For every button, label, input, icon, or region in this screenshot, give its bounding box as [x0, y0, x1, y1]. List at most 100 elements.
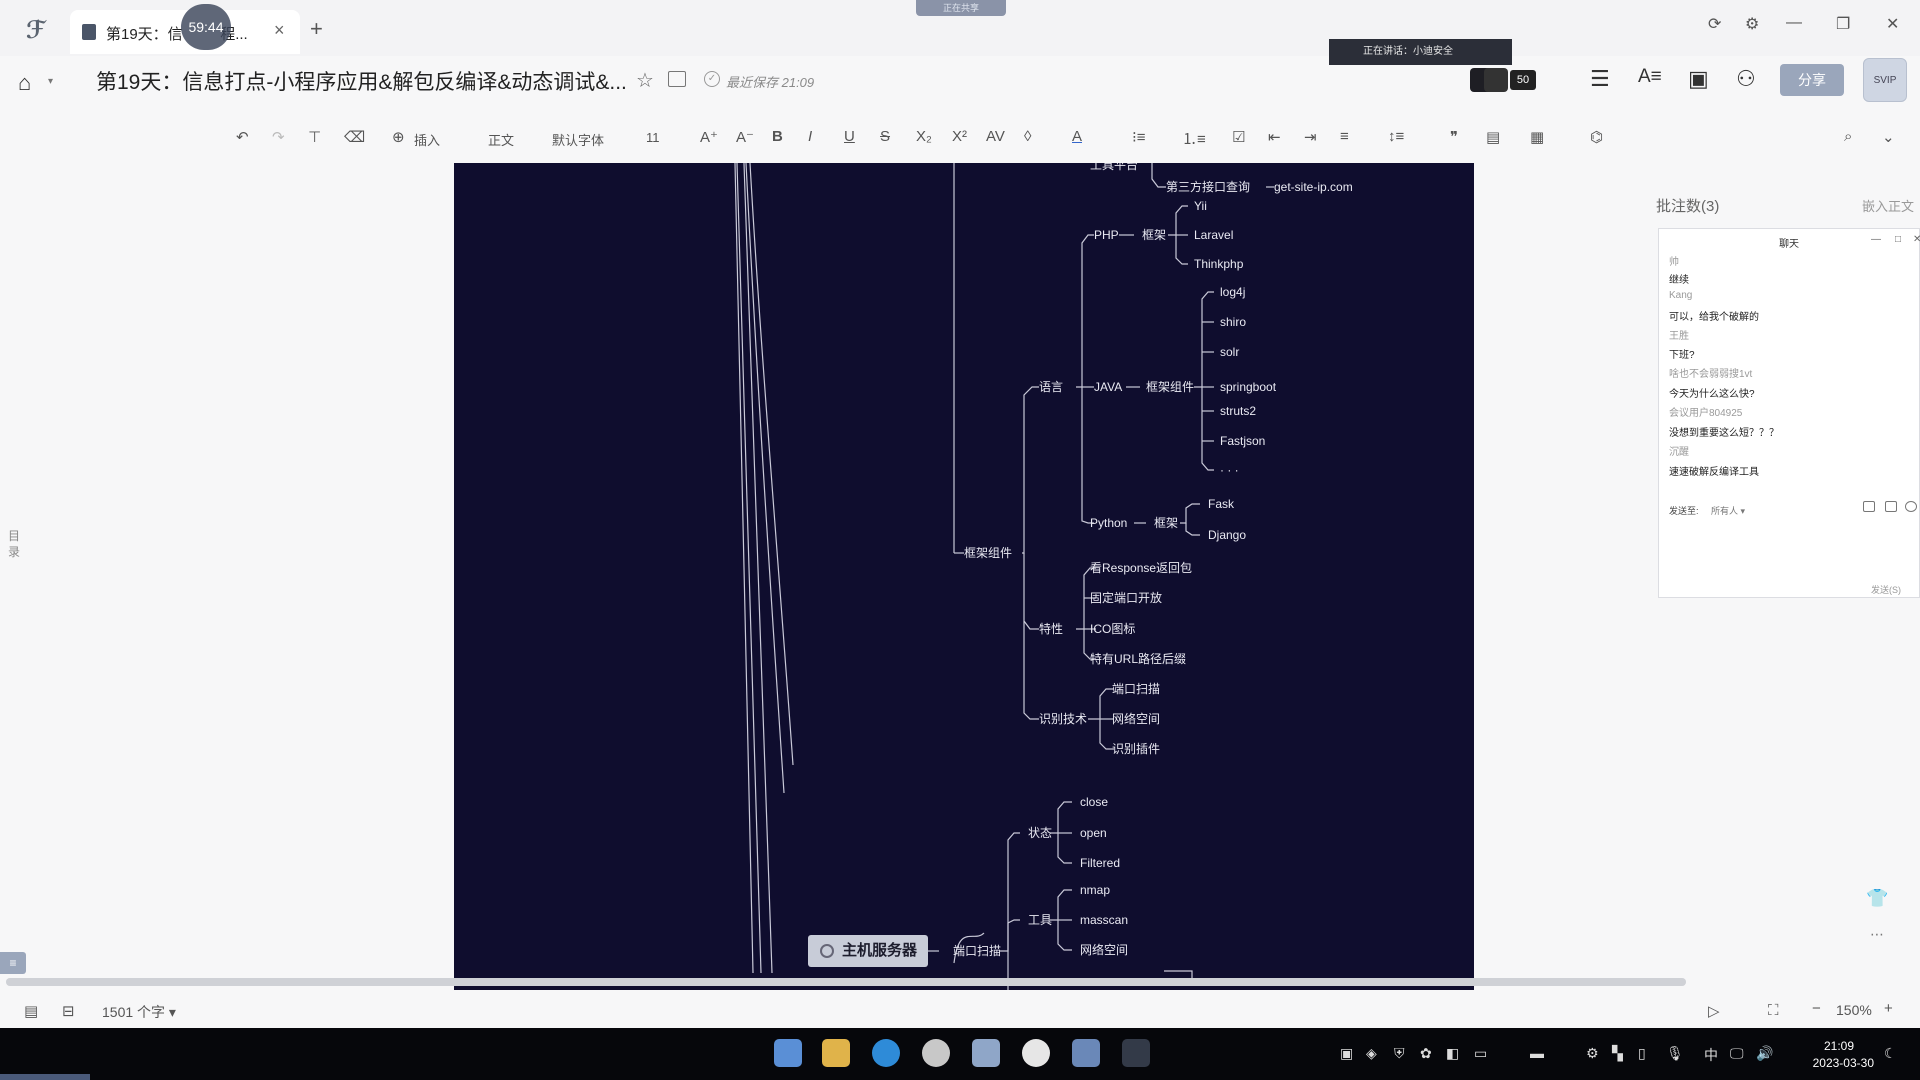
search-icon[interactable]: ⌕: [1844, 128, 1852, 145]
present-icon[interactable]: ▣: [1688, 66, 1709, 92]
clear-format-icon[interactable]: ⌫: [344, 128, 365, 146]
close-icon[interactable]: ✕: [1886, 14, 1899, 34]
bold-icon[interactable]: B: [772, 128, 783, 145]
play-icon[interactable]: ▷: [1708, 1002, 1720, 1020]
insert-icon[interactable]: ⊕: [392, 128, 405, 146]
app-plugin-icon[interactable]: ⌬: [1590, 128, 1603, 146]
char-spacing-icon[interactable]: AV: [986, 128, 1005, 145]
file-explorer-icon[interactable]: [822, 1039, 850, 1067]
home-icon[interactable]: ⌂: [18, 70, 31, 96]
restore-icon[interactable]: ❐: [1836, 14, 1850, 34]
numbered-list-icon[interactable]: ⒈≡: [1182, 128, 1206, 149]
decrease-font-icon[interactable]: A⁻: [736, 128, 754, 146]
embed-comments-link[interactable]: 嵌入正文: [1862, 196, 1914, 215]
align-icon[interactable]: ≡: [1340, 128, 1349, 145]
underline-icon[interactable]: U: [844, 128, 855, 145]
new-tab-button[interactable]: +: [310, 16, 323, 42]
font-size-select[interactable]: 11: [646, 130, 660, 145]
italic-icon[interactable]: I: [808, 128, 812, 145]
star-icon[interactable]: ☆: [636, 68, 654, 93]
shield-icon[interactable]: ⛨: [1394, 1045, 1405, 1062]
scrollbar-thumb[interactable]: [6, 978, 1686, 986]
horizontal-scrollbar[interactable]: [6, 978, 1686, 986]
file-icon[interactable]: [1863, 501, 1875, 512]
tray-app-icon[interactable]: ▬: [1530, 1045, 1544, 1061]
format-painter-icon[interactable]: ⊤: [308, 128, 321, 146]
redo-icon[interactable]: ↷: [272, 128, 285, 146]
user-icon[interactable]: [1905, 501, 1917, 512]
minimize-icon[interactable]: —: [1786, 14, 1802, 32]
page-view-icon[interactable]: ⊟: [62, 1002, 75, 1020]
send-to-select[interactable]: 所有人 ▾: [1711, 504, 1745, 517]
outdent-icon[interactable]: ⇤: [1268, 128, 1281, 146]
increase-font-icon[interactable]: A⁺: [700, 128, 718, 146]
strikethrough-icon[interactable]: S: [880, 128, 890, 145]
undo-icon[interactable]: ↶: [236, 128, 249, 146]
checklist-icon[interactable]: ☑: [1232, 128, 1245, 146]
notifications-icon[interactable]: ☾: [1884, 1045, 1897, 1062]
zoom-out-icon[interactable]: −: [1812, 1000, 1821, 1017]
text-box-icon[interactable]: ▤: [1486, 128, 1500, 146]
refresh-icon[interactable]: ⟳: [1708, 14, 1721, 34]
add-collaborator-icon[interactable]: ⚇: [1736, 66, 1756, 92]
superscript-icon[interactable]: X²: [952, 128, 967, 145]
volume-icon[interactable]: 🔊: [1756, 1045, 1773, 1062]
zoom-in-icon[interactable]: +: [1884, 1000, 1893, 1017]
tray-app-icon[interactable]: ▭: [1474, 1045, 1487, 1062]
avatar[interactable]: SVIP: [1863, 58, 1907, 102]
tray-app-icon[interactable]: ⚙: [1586, 1045, 1599, 1062]
outline-view-icon[interactable]: ▤: [24, 1002, 38, 1020]
comments-count[interactable]: 批注数(3): [1656, 195, 1719, 216]
insert-menu[interactable]: 插入: [414, 130, 440, 149]
screenshot-icon[interactable]: [1885, 501, 1897, 512]
battery-icon[interactable]: ▯: [1638, 1045, 1646, 1062]
font-family-select[interactable]: 默认字体: [552, 130, 604, 149]
edge-browser-icon[interactable]: [872, 1039, 900, 1067]
wechat-icon[interactable]: [1022, 1039, 1050, 1067]
send-button[interactable]: 发送(S): [1871, 583, 1901, 596]
minimize-icon[interactable]: —: [1871, 234, 1881, 245]
docs-app-icon[interactable]: [972, 1039, 1000, 1067]
tray-app-icon[interactable]: ▚: [1612, 1045, 1623, 1062]
word-count[interactable]: 1501 个字 ▾: [102, 1002, 176, 1022]
page-title[interactable]: 第19天：信息打点-小程序应用&解包反编译&动态调试&...: [96, 66, 627, 96]
chrome-browser-icon[interactable]: [922, 1039, 950, 1067]
clock-date[interactable]: 2023-03-30: [1800, 1056, 1874, 1070]
more-icon[interactable]: ⋯: [1870, 926, 1884, 943]
close-icon[interactable]: ✕: [1913, 234, 1920, 245]
input-method[interactable]: 中: [1704, 1045, 1718, 1065]
subscript-icon[interactable]: X₂: [916, 128, 932, 145]
move-to-folder-icon[interactable]: [668, 71, 686, 87]
restore-icon[interactable]: □: [1895, 234, 1901, 245]
screen-share-pill[interactable]: 正在共享: [916, 0, 1006, 16]
fullscreen-icon[interactable]: ⛶: [1768, 1002, 1779, 1019]
start-icon[interactable]: [774, 1039, 802, 1067]
line-spacing-icon[interactable]: ↕≡: [1388, 128, 1404, 145]
clock-time[interactable]: 21:09: [1808, 1039, 1854, 1053]
font-color-icon[interactable]: A: [1072, 128, 1082, 145]
settings-icon[interactable]: ⚙: [1745, 14, 1759, 34]
chevron-down-icon[interactable]: ▾: [48, 76, 53, 87]
text-format-icon[interactable]: A≡: [1638, 66, 1662, 88]
bullet-list-icon[interactable]: ⁝≡: [1132, 128, 1146, 146]
theme-skin-icon[interactable]: 👕: [1866, 888, 1888, 909]
outline-toggle-icon[interactable]: ≡: [0, 952, 26, 974]
zoom-level[interactable]: 150%: [1836, 1002, 1872, 1018]
tray-app-icon[interactable]: ✿: [1420, 1045, 1432, 1062]
photos-icon[interactable]: [1072, 1039, 1100, 1067]
tray-app-icon[interactable]: ▣: [1340, 1045, 1353, 1062]
tray-app-icon[interactable]: ◧: [1446, 1045, 1459, 1062]
menu-icon[interactable]: ☰: [1590, 66, 1610, 92]
tray-app-icon[interactable]: ◈: [1366, 1045, 1377, 1062]
indent-icon[interactable]: ⇥: [1304, 128, 1317, 146]
paragraph-style-select[interactable]: 正文: [488, 130, 514, 149]
settings-app-icon[interactable]: [1122, 1039, 1150, 1067]
quote-icon[interactable]: ❞: [1450, 128, 1458, 146]
highlight-icon[interactable]: ◊: [1024, 128, 1031, 145]
toc-tab[interactable]: 目录: [8, 528, 28, 560]
collaborator-count[interactable]: 50: [1510, 70, 1536, 90]
network-icon[interactable]: 🖵: [1730, 1045, 1744, 1062]
share-button[interactable]: 分享: [1780, 64, 1844, 96]
microphone-icon[interactable]: 🎙: [1666, 1045, 1684, 1062]
tab-close-icon[interactable]: ×: [274, 20, 285, 41]
